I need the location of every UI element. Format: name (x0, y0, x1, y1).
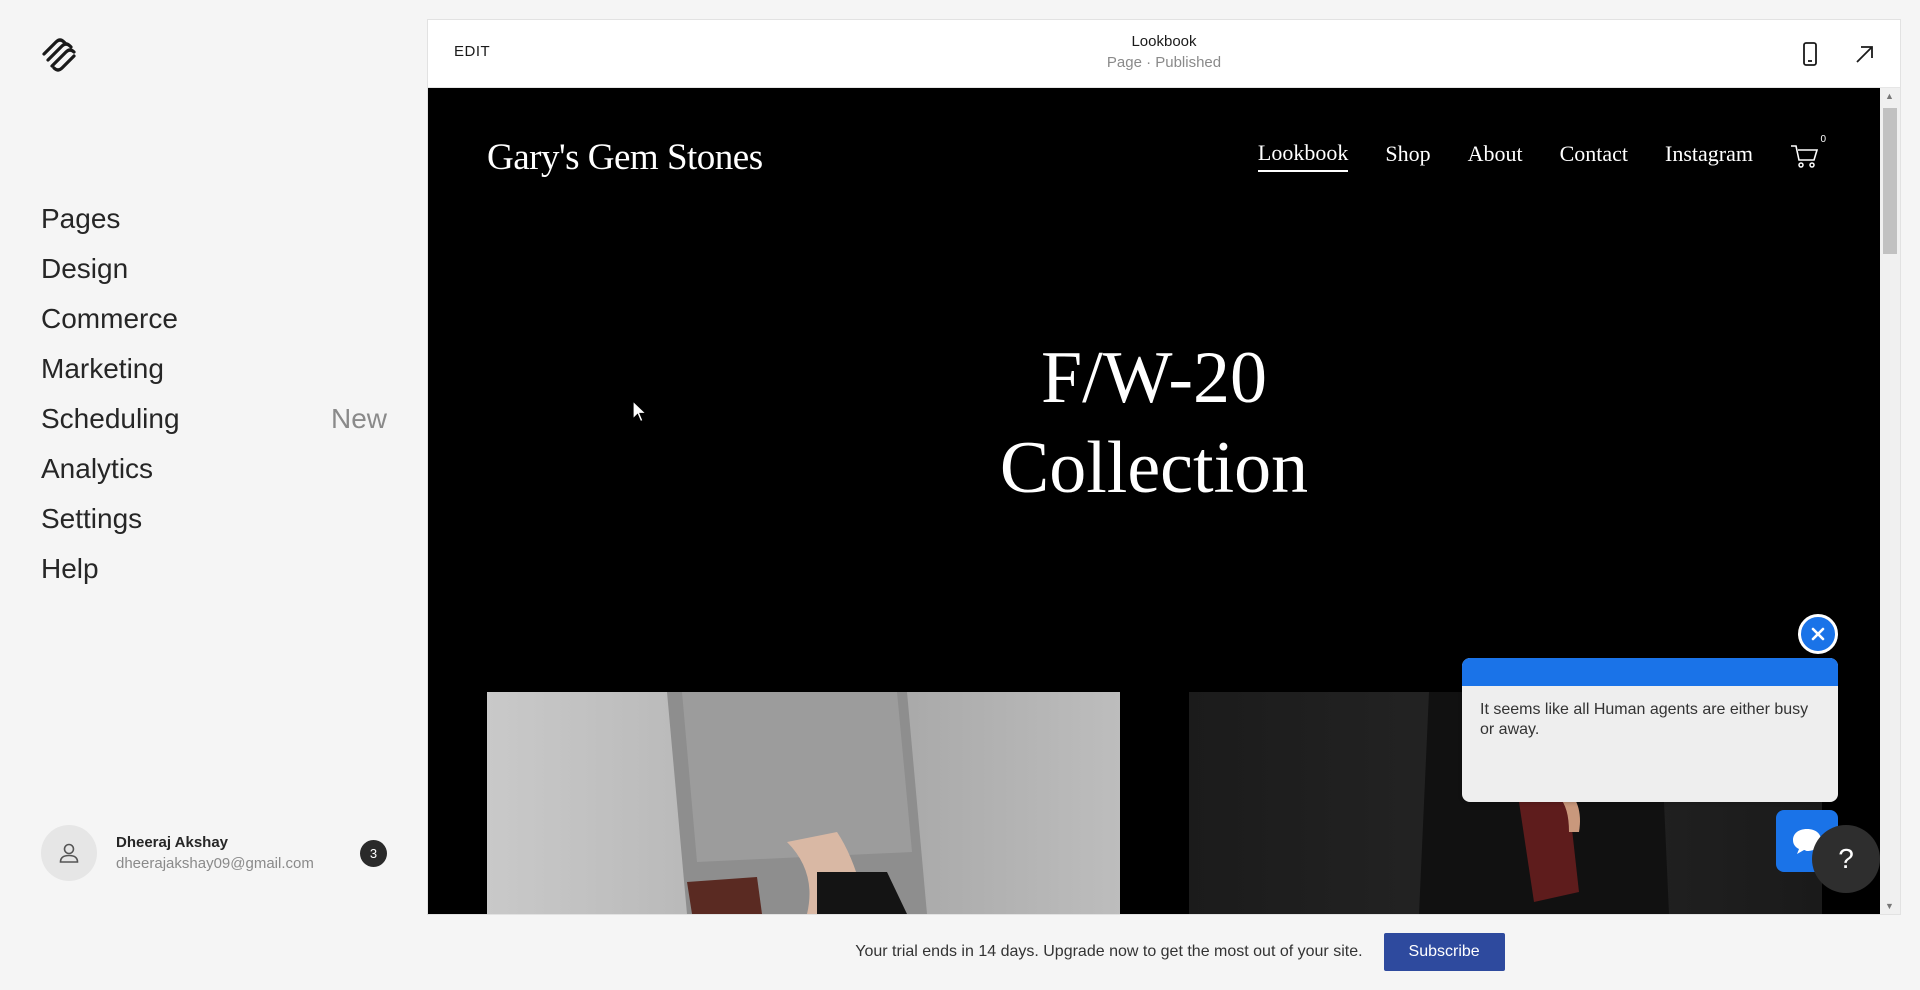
chat-close-button[interactable] (1798, 614, 1838, 654)
page-title: Lookbook (1131, 33, 1197, 50)
site-nav-lookbook[interactable]: Lookbook (1257, 140, 1349, 172)
mobile-preview-icon[interactable] (1796, 40, 1824, 68)
sidebar-item-label: Settings (41, 503, 143, 534)
scroll-up-icon[interactable]: ▲ (1885, 91, 1894, 101)
site-nav-shop[interactable]: Shop (1385, 141, 1430, 171)
help-button[interactable]: ? (1812, 825, 1880, 893)
sidebar-item-commerce[interactable]: Commerce (41, 294, 387, 344)
notification-badge[interactable]: 3 (360, 839, 387, 867)
mouse-cursor-icon (632, 399, 648, 424)
user-icon (59, 843, 79, 863)
open-external-icon[interactable] (1851, 40, 1879, 68)
site-nav-contact[interactable]: Contact (1560, 141, 1628, 171)
sidebar-nav: Pages Design Commerce Marketing Scheduli… (41, 194, 387, 594)
sidebar-item-scheduling[interactable]: Scheduling New (41, 394, 387, 444)
scroll-down-icon[interactable]: ▼ (1885, 901, 1894, 911)
sidebar-item-marketing[interactable]: Marketing (41, 344, 387, 394)
sidebar-item-label: Help (41, 553, 99, 584)
sidebar-item-label: Scheduling (41, 403, 180, 434)
site-nav-instagram[interactable]: Instagram (1665, 141, 1753, 171)
chat-header (1462, 658, 1838, 686)
close-icon (1811, 627, 1825, 641)
trial-banner: Your trial ends in 14 days. Upgrade now … (0, 914, 1920, 990)
chat-message: It seems like all Human agents are eithe… (1480, 701, 1809, 738)
squarespace-logo-icon[interactable] (40, 38, 78, 72)
subscribe-button[interactable]: Subscribe (1383, 933, 1505, 971)
cart-icon[interactable]: 0 (1790, 134, 1826, 170)
sidebar-item-design[interactable]: Design (41, 244, 387, 294)
sidebar-item-analytics[interactable]: Analytics (41, 444, 387, 494)
user-info: Dheeraj Akshay dheerajakshay09@gmail.com (116, 834, 360, 872)
new-badge: New (330, 403, 387, 434)
sidebar-item-label: Commerce (41, 303, 178, 334)
avatar[interactable] (41, 825, 97, 881)
sidebar-item-settings[interactable]: Settings (41, 494, 387, 544)
trial-text: Your trial ends in 14 days. Upgrade now … (855, 943, 1363, 960)
user-account[interactable]: Dheeraj Akshay dheerajakshay09@gmail.com… (41, 825, 387, 881)
scroll-thumb[interactable] (1883, 108, 1897, 254)
hero-line-2: Collection (999, 427, 1309, 509)
sidebar-item-pages[interactable]: Pages (41, 194, 387, 244)
cart-count: 0 (1820, 134, 1826, 145)
sidebar-item-label: Analytics (41, 453, 154, 484)
scrollbar[interactable]: ▲ ▼ (1880, 88, 1900, 914)
user-name: Dheeraj Akshay (116, 834, 229, 851)
editor-topbar: EDIT Lookbook Page · Published (428, 20, 1900, 88)
site-nav-about[interactable]: About (1468, 141, 1523, 171)
user-email: dheerajakshay09@gmail.com (116, 855, 314, 872)
sidebar-item-help[interactable]: Help (41, 544, 387, 594)
lookbook-image-1[interactable] (487, 692, 1120, 914)
page-status: Page · Published (1106, 54, 1222, 71)
site-nav: Lookbook Shop About Contact Instagram 0 (1257, 134, 1826, 172)
sidebar-item-label: Pages (41, 203, 121, 234)
chat-popup: It seems like all Human agents are eithe… (1462, 658, 1838, 802)
sidebar-item-label: Design (41, 253, 129, 284)
site-title[interactable]: Gary's Gem Stones (487, 136, 763, 179)
sidebar: Pages Design Commerce Marketing Scheduli… (0, 0, 428, 990)
sidebar-item-label: Marketing (41, 353, 164, 384)
